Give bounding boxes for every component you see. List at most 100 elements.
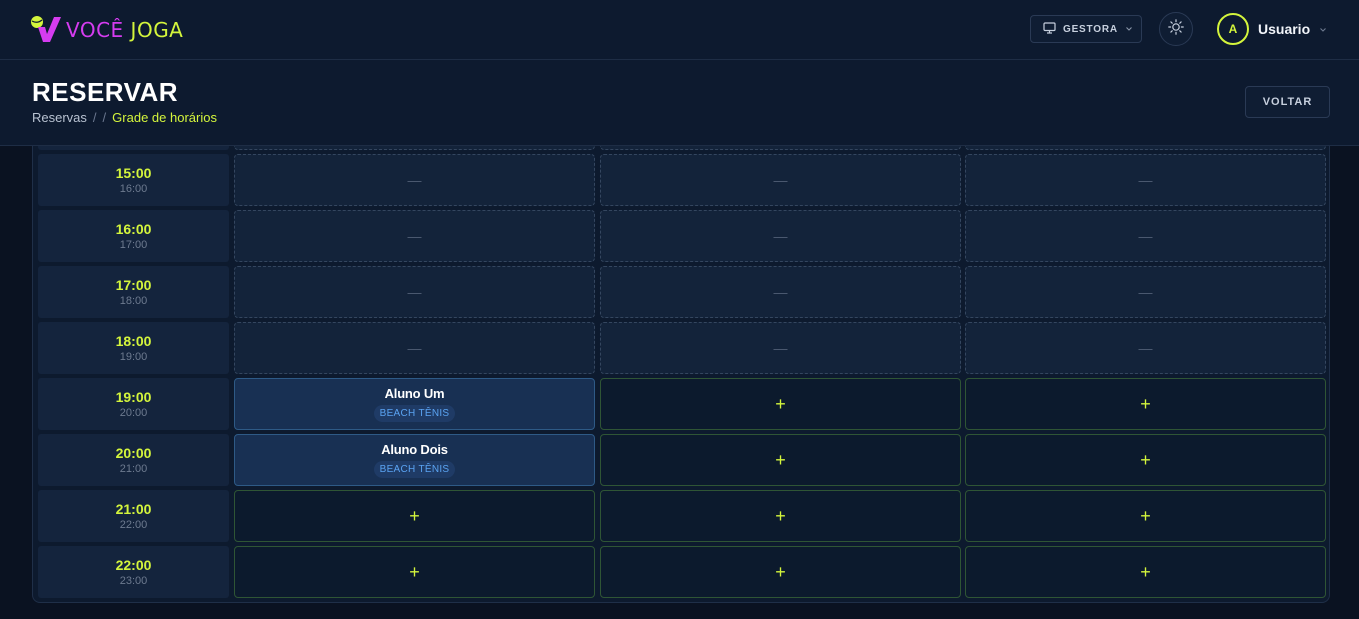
time-end: 19:00 [119, 351, 148, 363]
unavailable-dash: — [773, 172, 788, 188]
slot-add-booking-button[interactable]: + [600, 490, 961, 542]
slot-unavailable: — [234, 322, 595, 374]
plus-icon: + [775, 562, 786, 582]
slot-booked[interactable]: Aluno Um BEACH TÊNIS [234, 378, 595, 430]
time-start: 21:00 [115, 501, 152, 517]
slot-unavailable: — [600, 154, 961, 206]
slot-unavailable: — [600, 210, 961, 262]
time-end: 23:00 [119, 575, 148, 587]
logo-mark-icon [28, 15, 64, 45]
time-cell: 20:00 21:00 [38, 434, 229, 486]
slot-add-booking-button[interactable]: + [965, 546, 1326, 598]
breadcrumb-current: Grade de horários [112, 110, 217, 125]
time-start: 16:00 [115, 221, 152, 237]
unavailable-dash: — [773, 284, 788, 300]
profile-switcher-button[interactable]: GESTORA [1030, 15, 1142, 43]
slot-add-booking-button[interactable]: + [600, 434, 961, 486]
time-cell: 22:00 23:00 [38, 546, 229, 598]
time-start: 22:00 [115, 557, 152, 573]
sport-badge: BEACH TÊNIS [373, 461, 456, 478]
unavailable-dash: — [407, 284, 422, 300]
time-cell: 19:00 20:00 [38, 378, 229, 430]
unavailable-dash: — [1138, 340, 1153, 356]
unavailable-dash: — [407, 340, 422, 356]
time-cell: 16:00 17:00 [38, 210, 229, 262]
slot-add-booking-button[interactable]: + [600, 378, 961, 430]
plus-icon: + [409, 506, 420, 526]
user-menu[interactable]: A Usuario [1217, 13, 1327, 45]
schedule-row: 18:00 19:00 — — — [38, 322, 1326, 374]
unavailable-dash: — [407, 228, 422, 244]
logo-word-joga: JOGA [130, 18, 184, 42]
slot-booked[interactable]: Aluno Dois BEACH TÊNIS [234, 434, 595, 486]
plus-icon: + [409, 562, 420, 582]
schedule-row: 17:00 18:00 — — — [38, 266, 1326, 318]
slot-unavailable: — [965, 322, 1326, 374]
plus-icon: + [775, 394, 786, 414]
time-start: 15:00 [115, 165, 152, 181]
profile-label: GESTORA [1063, 23, 1118, 35]
slot-unavailable: — [234, 154, 595, 206]
plus-icon: + [1140, 450, 1151, 470]
booking-student-name: Aluno Dois [381, 442, 448, 457]
logo-word-voce: VOCÊ [66, 18, 124, 42]
schedule-row: 15:00 16:00 — — — [38, 154, 1326, 206]
time-end: 18:00 [119, 295, 148, 307]
breadcrumb-separator: / [102, 110, 107, 125]
sport-badge: BEACH TÊNIS [373, 405, 456, 422]
back-button[interactable]: VOLTAR [1245, 86, 1330, 118]
page-title: RESERVAR [32, 77, 179, 107]
time-start: 19:00 [115, 389, 152, 405]
sun-icon [1168, 18, 1184, 40]
unavailable-dash: — [773, 340, 788, 356]
monitor-icon [1043, 21, 1056, 37]
page-header: RESERVAR Reservas / / Grade de horários … [0, 60, 1359, 146]
chevron-down-icon [1319, 20, 1327, 38]
unavailable-dash: — [1138, 172, 1153, 188]
logo-text: VOCÊ JOGA [66, 20, 183, 40]
schedule-row: 21:00 22:00 + + + [38, 490, 1326, 542]
plus-icon: + [775, 450, 786, 470]
breadcrumb-link-reservas[interactable]: Reservas [32, 110, 87, 125]
time-cell: 17:00 18:00 [38, 266, 229, 318]
schedule-row: 22:00 23:00 + + + [38, 546, 1326, 598]
breadcrumb-separator: / [92, 110, 97, 125]
slot-unavailable: — [965, 154, 1326, 206]
time-end: 22:00 [119, 519, 148, 531]
plus-icon: + [775, 506, 786, 526]
plus-icon: + [1140, 394, 1151, 414]
slot-add-booking-button[interactable]: + [965, 490, 1326, 542]
time-end: 17:00 [119, 239, 148, 251]
time-start: 17:00 [115, 277, 152, 293]
booking-student-name: Aluno Um [384, 386, 445, 401]
time-end: 16:00 [119, 183, 148, 195]
unavailable-dash: — [1138, 228, 1153, 244]
slot-add-booking-button[interactable]: + [234, 546, 595, 598]
time-cell: 21:00 22:00 [38, 490, 229, 542]
slot-add-booking-button[interactable]: + [234, 490, 595, 542]
slot-unavailable: — [600, 266, 961, 318]
slot-add-booking-button[interactable]: + [965, 434, 1326, 486]
app-logo[interactable]: VOCÊ JOGA [28, 14, 183, 46]
time-end: 20:00 [119, 407, 148, 419]
plus-icon: + [1140, 506, 1151, 526]
schedule-row: 16:00 17:00 — — — [38, 210, 1326, 262]
schedule-row: 19:00 20:00 Aluno Um BEACH TÊNIS + + [38, 378, 1326, 430]
slot-unavailable: — [234, 210, 595, 262]
time-end: 21:00 [119, 463, 148, 475]
slot-add-booking-button[interactable]: + [600, 546, 961, 598]
schedule-row: 20:00 21:00 Aluno Dois BEACH TÊNIS + + [38, 434, 1326, 486]
slot-unavailable: — [965, 266, 1326, 318]
chevron-down-icon [1125, 24, 1133, 35]
time-start: 20:00 [115, 445, 152, 461]
unavailable-dash: — [1138, 284, 1153, 300]
time-cell: 18:00 19:00 [38, 322, 229, 374]
slot-unavailable: — [965, 210, 1326, 262]
unavailable-dash: — [773, 228, 788, 244]
user-name: Usuario [1258, 21, 1311, 37]
theme-toggle-button[interactable] [1159, 12, 1193, 46]
top-bar: VOCÊ JOGA GESTORA A Usuario [0, 0, 1359, 60]
time-start: 18:00 [115, 333, 152, 349]
slot-add-booking-button[interactable]: + [965, 378, 1326, 430]
plus-icon: + [1140, 562, 1151, 582]
